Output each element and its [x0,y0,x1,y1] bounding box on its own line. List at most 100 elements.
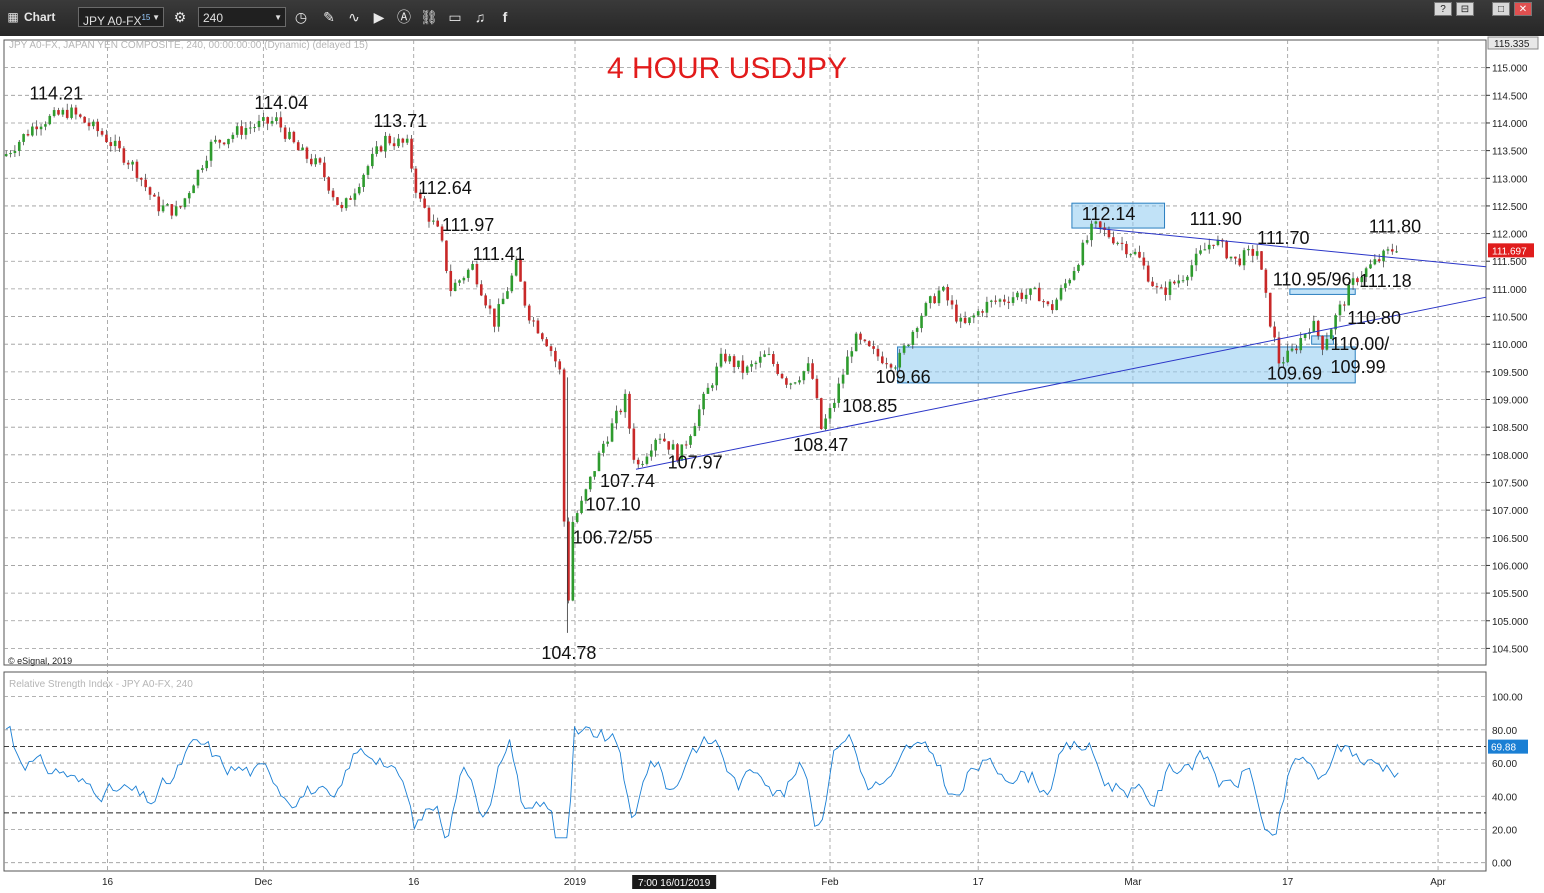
candle-body [536,320,540,334]
top-value-label: 115.335 [1494,39,1530,50]
candle-body [283,127,287,139]
link-icon[interactable]: ⛓ [420,8,438,26]
candle-body [523,281,527,306]
candle-body [1386,249,1390,251]
candle-body [449,270,453,292]
candle-body [645,456,649,464]
minimize-button[interactable]: ⊟ [1456,2,1474,16]
play-icon[interactable]: ▶ [370,8,388,26]
candle-body [323,162,326,178]
candle-body [1321,335,1324,350]
candle-body [392,143,396,147]
copyright-label: © eSignal, 2019 [8,656,72,666]
candle-body [148,187,152,195]
time-tick-label: 16 [408,877,420,888]
maximize-button[interactable]: □ [1492,2,1510,16]
candle-body [314,158,317,165]
symbol-input[interactable]: JPY A0-FX15 ▼ [78,7,164,28]
price-annotation: 107.74 [600,471,655,491]
candle-body [994,300,997,302]
candle-body [122,148,126,163]
close-button[interactable]: ✕ [1514,2,1532,16]
candle-body [192,185,195,194]
chart-background [0,36,1544,893]
chevron-down-icon[interactable]: ▼ [152,8,160,28]
candle-body [667,441,671,450]
candle-body [854,333,858,352]
candle-body [410,138,413,169]
candle-body [1159,287,1163,289]
price-annotation: 111.18 [1359,271,1411,291]
candle-body [1120,242,1124,244]
price-tick-label: 114.500 [1492,91,1528,102]
candle-body [1351,278,1355,285]
chart-area[interactable]: 114.21 114.04 113.71 112.64 111.97 111.41 104.… [0,36,1544,893]
chart-subtitle: JPY A0-FX, JAPAN YEN COMPOSITE, 240, 00:… [9,40,368,51]
candle-body [218,139,222,143]
candle-body [327,177,331,191]
candle-body [105,134,108,143]
price-tick-label: 106.000 [1492,561,1529,572]
candle-body [946,286,949,301]
candle-body [942,286,945,291]
candle-body [471,263,474,270]
candle-body [1033,287,1037,289]
time-tick-label: Mar [1124,877,1142,888]
pencil-icon[interactable]: ✎ [320,8,338,26]
candle-body [649,450,653,457]
price-tick-label: 108.000 [1492,451,1529,462]
facebook-icon[interactable]: f [496,8,514,26]
candle-body [928,296,932,304]
candle-body [1395,251,1398,253]
candle-body [1173,281,1176,284]
candle-body [1177,280,1181,284]
settings-gear-icon[interactable]: ⚙ [171,8,189,26]
candle-body [1003,299,1006,302]
candle-body [911,331,915,345]
comment-icon[interactable]: ▭ [446,8,464,26]
candle-body [26,134,30,136]
candle-body [1125,243,1128,255]
candle-body [61,109,65,115]
price-tick-label: 113.500 [1492,147,1528,158]
candle-body [222,142,226,145]
rsi-title: Relative Strength Index - JPY A0-FX, 240 [9,679,193,690]
candle-body [907,344,910,346]
candle-body [689,436,692,445]
clock-icon[interactable]: ◷ [292,8,310,26]
candle-body [244,127,248,135]
candle-body [859,333,862,340]
price-annotation: 109.99 [1331,357,1386,377]
candle-body [702,393,705,410]
candle-body [663,438,666,442]
candle-body [1190,265,1194,277]
candle-body [1011,297,1015,303]
candle-body [214,139,217,142]
chevron-down-icon[interactable]: ▼ [274,8,282,28]
candle-body [126,162,130,165]
candle-body [902,345,906,353]
candle-body [1225,241,1228,259]
candle-body [828,408,832,419]
price-annotation: 110.80 [1347,308,1401,328]
alert-icon[interactable]: Ⓐ [395,8,413,26]
candle-body [1277,337,1281,364]
candle-body [1068,279,1072,284]
candle-body [140,177,143,180]
candle-body [915,328,919,332]
interval-input[interactable]: 240 ▼ [198,7,286,27]
candle-body [837,383,841,403]
candle-body [745,366,749,373]
twitter-icon[interactable]: ♫ [471,8,489,26]
candle-body [1116,242,1119,244]
candle-body [558,361,562,370]
candle-body [693,426,697,437]
chart-window-titlebar: ▦ Chart JPY A0-FX15 ▼ ⚙ 240 ▼ ◷ ✎ ∿ ▶ Ⓐ … [0,0,1544,37]
price-annotation: 112.14 [1082,204,1136,224]
help-button[interactable]: ? [1434,2,1452,16]
candle-body [1268,292,1272,327]
studies-icon[interactable]: ∿ [345,8,363,26]
candle-body [924,303,928,316]
candle-body [780,373,784,379]
candle-body [118,140,121,149]
